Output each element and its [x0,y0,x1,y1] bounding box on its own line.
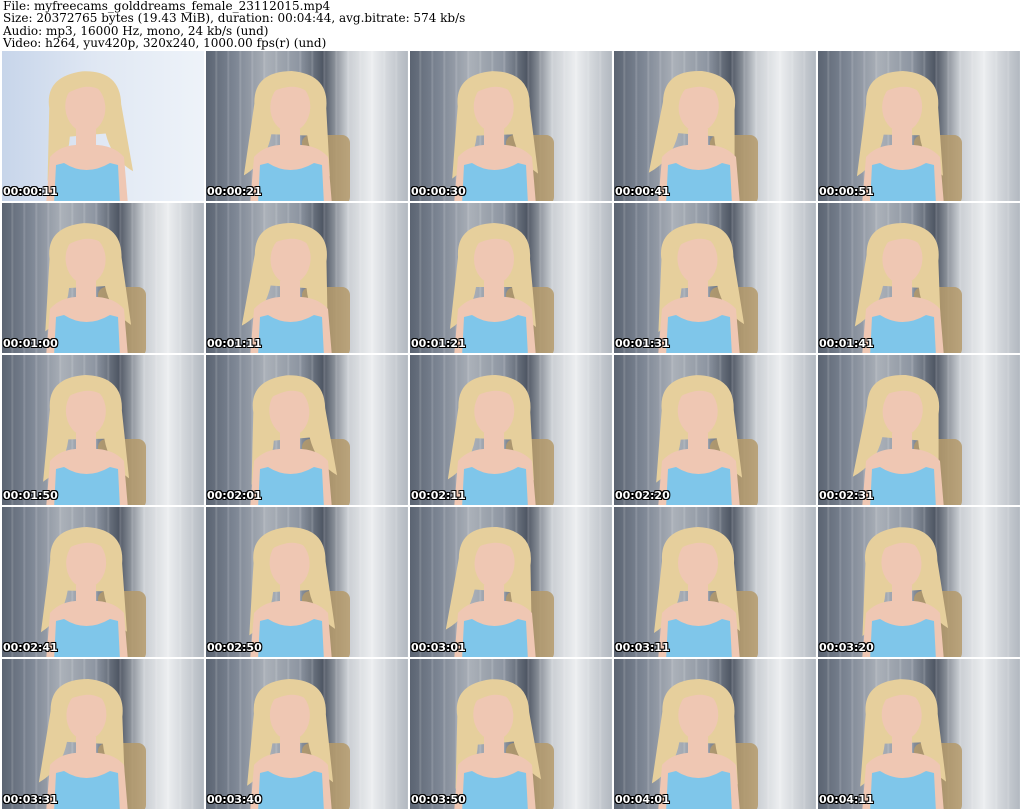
thumbnail-timestamp: 00:03:40 [207,793,262,806]
file-size-line: Size: 20372765 bytes (19.43 MiB), durati… [3,11,466,26]
video-thumbnail[interactable]: 00:03:01 [410,507,612,657]
thumbnail-timestamp: 00:02:50 [207,641,262,654]
video-thumbnail[interactable]: 00:00:51 [818,51,1020,201]
thumbnail-timestamp: 00:02:11 [411,489,466,502]
video-thumbnail[interactable]: 00:02:01 [206,355,408,505]
thumbnail-timestamp: 00:03:31 [3,793,58,806]
thumbnail-frame-image [232,673,350,809]
thumbnail-frame-image [28,65,146,201]
thumbnail-frame-image [232,217,350,353]
video-thumbnail[interactable]: 00:02:31 [818,355,1020,505]
thumbnail-frame-image [640,369,758,505]
video-thumbnail[interactable]: 00:03:11 [614,507,816,657]
video-thumbnail[interactable]: 00:01:00 [2,203,204,353]
video-thumbnail[interactable]: 00:00:11 [2,51,204,201]
video-thumbnail[interactable]: 00:01:41 [818,203,1020,353]
thumbnail-frame-image [436,369,554,505]
thumbnail-timestamp: 00:00:41 [615,185,670,198]
thumbnail-timestamp: 00:01:41 [819,337,874,350]
thumbnail-timestamp: 00:03:50 [411,793,466,806]
thumbnail-frame-image [640,65,758,201]
video-thumbnail[interactable]: 00:00:21 [206,51,408,201]
thumbnail-frame-image [28,217,146,353]
thumbnail-frame-image [232,369,350,505]
video-thumbnail[interactable]: 00:02:50 [206,507,408,657]
thumbnail-timestamp: 00:01:21 [411,337,466,350]
thumbnail-frame-image [844,217,962,353]
thumbnail-frame-image [28,521,146,657]
video-thumbnail[interactable]: 00:04:11 [818,659,1020,809]
thumbnail-frame-image [640,217,758,353]
video-thumbnail[interactable]: 00:02:41 [2,507,204,657]
thumbnail-timestamp: 00:01:31 [615,337,670,350]
thumbnail-frame-image [844,65,962,201]
thumbnail-timestamp: 00:04:11 [819,793,874,806]
video-thumbnail[interactable]: 00:00:30 [410,51,612,201]
video-thumbnail[interactable]: 00:03:40 [206,659,408,809]
thumbnail-timestamp: 00:01:11 [207,337,262,350]
video-thumbnail[interactable]: 00:02:11 [410,355,612,505]
thumbnail-frame-image [28,673,146,809]
thumbnail-frame-image [28,369,146,505]
thumbnail-timestamp: 00:00:30 [411,185,466,198]
thumbnail-frame-image [844,521,962,657]
thumbnail-frame-image [436,673,554,809]
video-thumbnail[interactable]: 00:01:21 [410,203,612,353]
thumbnail-timestamp: 00:01:50 [3,489,58,502]
video-thumbnail[interactable]: 00:01:31 [614,203,816,353]
video-info-line: Video: h264, yuv420p, 320x240, 1000.00 f… [3,35,327,50]
thumbnail-timestamp: 00:00:11 [3,185,58,198]
thumbnail-timestamp: 00:02:41 [3,641,58,654]
thumbnail-timestamp: 00:00:51 [819,185,874,198]
thumbnail-frame-image [640,521,758,657]
thumbnail-frame-image [844,369,962,505]
thumbnail-timestamp: 00:02:20 [615,489,670,502]
video-thumbnail[interactable]: 00:03:31 [2,659,204,809]
thumbnail-frame-image [844,673,962,809]
video-thumbnail[interactable]: 00:03:50 [410,659,612,809]
thumbnail-frame-image [436,65,554,201]
thumbnail-frame-image [436,521,554,657]
thumbnail-timestamp: 00:01:00 [3,337,58,350]
thumbnail-frame-image [436,217,554,353]
thumbnail-frame-image [232,521,350,657]
video-thumbnail[interactable]: 00:00:41 [614,51,816,201]
thumbnail-timestamp: 00:02:31 [819,489,874,502]
thumbnail-frame-image [232,65,350,201]
thumbnail-timestamp: 00:03:20 [819,641,874,654]
thumbnail-frame-image [640,673,758,809]
thumbnail-grid: 00:00:11 00:00:21 00:00:30 00:00:41 00:00:51… [2,51,1022,809]
video-thumbnail[interactable]: 00:04:01 [614,659,816,809]
video-thumbnail[interactable]: 00:03:20 [818,507,1020,657]
video-thumbnail[interactable]: 00:01:11 [206,203,408,353]
video-thumbnail[interactable]: 00:01:50 [2,355,204,505]
file-info-header: File: myfreecams_golddreams_female_23112… [3,0,1021,50]
video-thumbnail[interactable]: 00:02:20 [614,355,816,505]
thumbnail-timestamp: 00:03:11 [615,641,670,654]
thumbnail-timestamp: 00:00:21 [207,185,262,198]
thumbnail-timestamp: 00:04:01 [615,793,670,806]
thumbnail-timestamp: 00:03:01 [411,641,466,654]
thumbnail-timestamp: 00:02:01 [207,489,262,502]
